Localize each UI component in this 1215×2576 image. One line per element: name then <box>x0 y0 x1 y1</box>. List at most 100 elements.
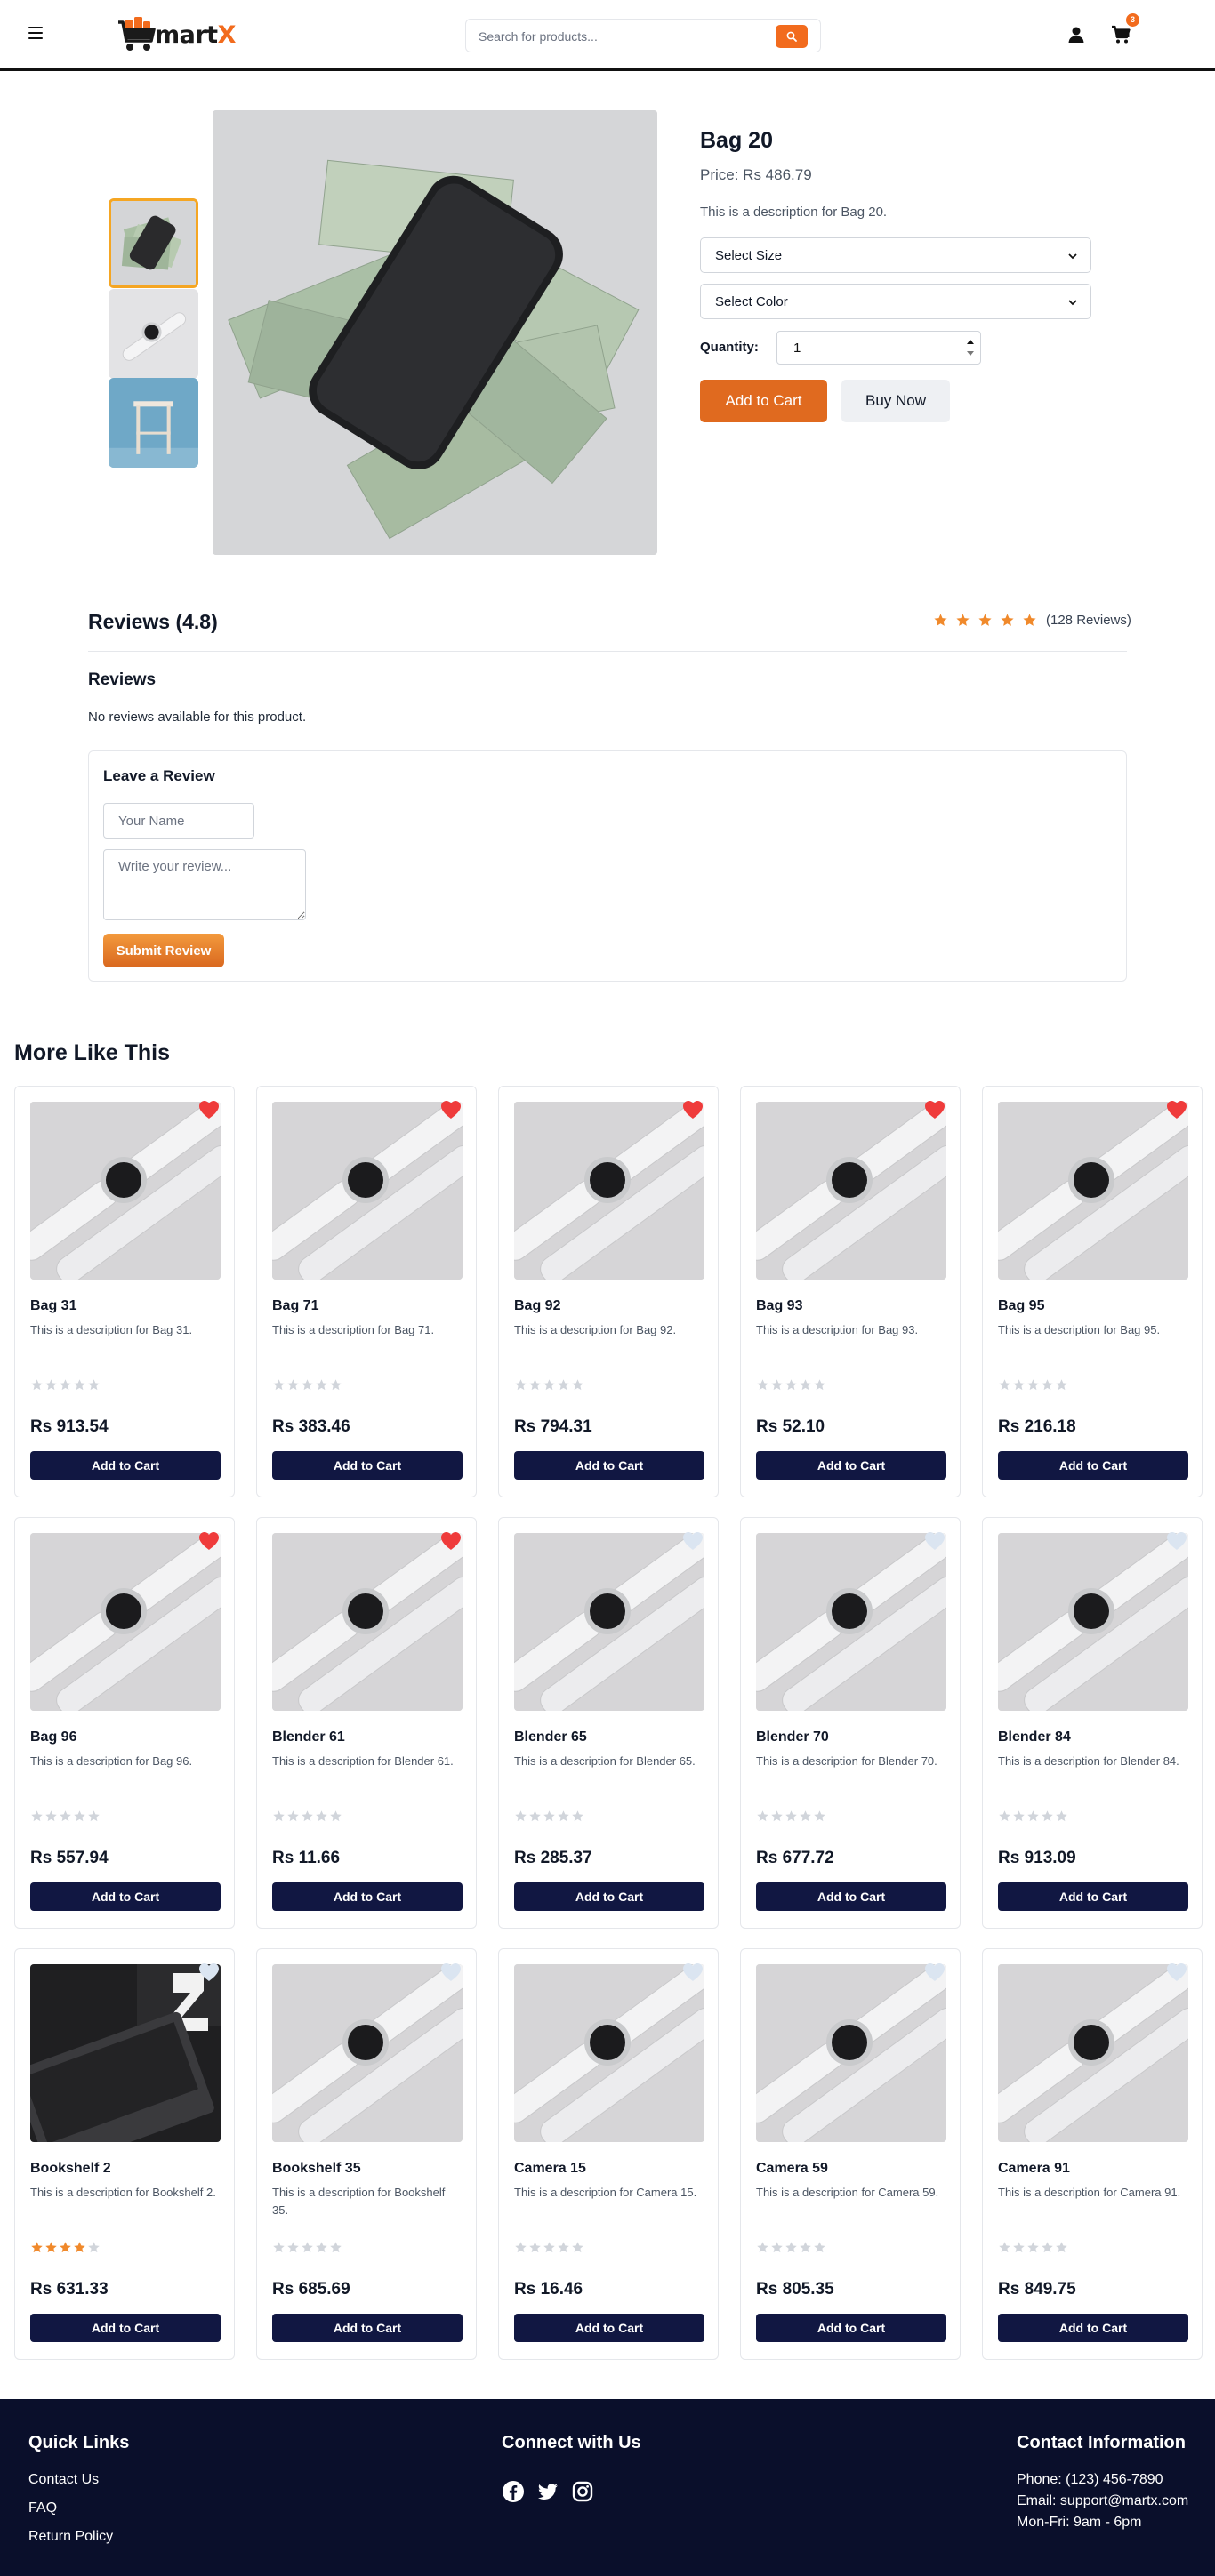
heart-icon[interactable] <box>1165 1962 1188 1983</box>
add-to-cart-button[interactable]: Add to Cart <box>756 1882 946 1911</box>
add-to-cart-button[interactable]: Add to Cart <box>700 380 827 422</box>
heart-icon[interactable] <box>681 1530 704 1552</box>
product-card[interactable]: Bag 95 This is a description for Bag 95. R… <box>982 1086 1203 1497</box>
product-name[interactable]: Bag 93 <box>756 1298 802 1314</box>
martx-logo[interactable]: martX <box>116 14 236 55</box>
heart-icon[interactable] <box>923 1099 946 1120</box>
product-card[interactable]: Bag 93 This is a description for Bag 93. R… <box>740 1086 961 1497</box>
add-to-cart-button[interactable]: Add to Cart <box>756 2314 946 2342</box>
product-name[interactable]: Blender 70 <box>756 1729 829 1745</box>
product-card[interactable]: Camera 59 This is a description for Camer… <box>740 1948 961 2360</box>
heart-icon[interactable] <box>439 1530 463 1552</box>
heart-icon[interactable] <box>1165 1099 1188 1120</box>
color-select[interactable]: Select Color <box>700 284 1091 319</box>
reviewer-name-input[interactable] <box>103 803 254 839</box>
watch-product-image[interactable] <box>272 1102 463 1280</box>
instagram-icon[interactable] <box>571 2480 594 2503</box>
heart-icon[interactable] <box>923 1962 946 1983</box>
heart-icon[interactable] <box>923 1530 946 1552</box>
add-to-cart-button[interactable]: Add to Cart <box>998 1882 1188 1911</box>
shopping-cart-icon[interactable] <box>1111 25 1131 44</box>
add-to-cart-button[interactable]: Add to Cart <box>514 1882 704 1911</box>
product-name[interactable]: Camera 91 <box>998 2161 1070 2177</box>
twitter-icon[interactable] <box>536 2480 559 2503</box>
watch-product-image[interactable] <box>756 1102 946 1280</box>
footer-link-faq[interactable]: FAQ <box>28 2500 57 2516</box>
add-to-cart-button[interactable]: Add to Cart <box>272 2314 463 2342</box>
size-select[interactable]: Select Size <box>700 237 1091 273</box>
product-name[interactable]: Bag 95 <box>998 1298 1044 1314</box>
thumbnail-phone[interactable] <box>109 198 198 288</box>
heart-icon[interactable] <box>197 1099 221 1120</box>
footer-link-return-policy[interactable]: Return Policy <box>28 2529 113 2545</box>
add-to-cart-button[interactable]: Add to Cart <box>30 1451 221 1480</box>
heart-icon[interactable] <box>197 1530 221 1552</box>
add-to-cart-button[interactable]: Add to Cart <box>998 2314 1188 2342</box>
product-card[interactable]: Camera 91 This is a description for Camer… <box>982 1948 1203 2360</box>
add-to-cart-button[interactable]: Add to Cart <box>272 1451 463 1480</box>
hamburger-menu-icon[interactable] <box>28 27 43 39</box>
watch-product-image[interactable] <box>514 1102 704 1280</box>
buy-now-button[interactable]: Buy Now <box>841 380 950 422</box>
product-name[interactable]: Bag 31 <box>30 1298 76 1314</box>
product-name[interactable]: Blender 61 <box>272 1729 345 1745</box>
watch-product-image[interactable] <box>756 1964 946 2142</box>
watch-product-image[interactable] <box>998 1102 1188 1280</box>
add-to-cart-button[interactable]: Add to Cart <box>30 2314 221 2342</box>
watch-product-image[interactable] <box>998 1964 1188 2142</box>
product-card[interactable]: Bag 96 This is a description for Bag 96. R… <box>14 1517 235 1929</box>
watch-product-image[interactable] <box>30 1533 221 1711</box>
stepper-arrows-icon[interactable] <box>964 334 977 361</box>
add-to-cart-button[interactable]: Add to Cart <box>514 2314 704 2342</box>
product-name[interactable]: Bag 71 <box>272 1298 318 1314</box>
product-card[interactable]: Blender 84 This is a description for Blen… <box>982 1517 1203 1929</box>
review-textarea[interactable] <box>103 849 306 920</box>
product-name[interactable]: Bag 92 <box>514 1298 560 1314</box>
add-to-cart-button[interactable]: Add to Cart <box>30 1882 221 1911</box>
thumbnail-stool[interactable] <box>109 378 198 468</box>
product-name[interactable]: Bag 96 <box>30 1729 76 1745</box>
watch-product-image[interactable] <box>514 1964 704 2142</box>
product-name[interactable]: Camera 15 <box>514 2161 586 2177</box>
watch-product-image[interactable] <box>998 1533 1188 1711</box>
watch-product-image[interactable] <box>756 1533 946 1711</box>
quantity-stepper[interactable]: 1 <box>776 331 981 365</box>
facebook-icon[interactable] <box>502 2480 525 2503</box>
watch-product-image[interactable] <box>514 1533 704 1711</box>
laptop-product-image[interactable] <box>30 1964 221 2142</box>
product-card[interactable]: Bookshelf 2 This is a description for Boo… <box>14 1948 235 2360</box>
add-to-cart-button[interactable]: Add to Cart <box>514 1451 704 1480</box>
contact-email[interactable]: Email: support@martx.com <box>1017 2493 1188 2509</box>
heart-icon[interactable] <box>681 1099 704 1120</box>
product-name[interactable]: Camera 59 <box>756 2161 828 2177</box>
add-to-cart-button[interactable]: Add to Cart <box>756 1451 946 1480</box>
product-card[interactable]: Bookshelf 35 This is a description for Bo… <box>256 1948 477 2360</box>
thumbnail-watch[interactable] <box>109 289 198 379</box>
heart-icon[interactable] <box>1165 1530 1188 1552</box>
product-name[interactable]: Bookshelf 2 <box>30 2161 111 2177</box>
product-name[interactable]: Blender 65 <box>514 1729 587 1745</box>
footer-link-contact[interactable]: Contact Us <box>28 2472 99 2488</box>
watch-product-image[interactable] <box>30 1102 221 1280</box>
heart-icon[interactable] <box>197 1962 221 1983</box>
product-card[interactable]: Blender 61 This is a description for Blen… <box>256 1517 477 1929</box>
add-to-cart-button[interactable]: Add to Cart <box>998 1451 1188 1480</box>
product-name[interactable]: Blender 84 <box>998 1729 1071 1745</box>
product-card[interactable]: Blender 70 This is a description for Blen… <box>740 1517 961 1929</box>
product-card[interactable]: Bag 71 This is a description for Bag 71. R… <box>256 1086 477 1497</box>
search-button[interactable] <box>776 25 808 48</box>
search-input[interactable] <box>479 27 763 46</box>
watch-product-image[interactable] <box>272 1533 463 1711</box>
watch-product-image[interactable] <box>272 1964 463 2142</box>
product-name[interactable]: Bookshelf 35 <box>272 2161 361 2177</box>
heart-icon[interactable] <box>681 1962 704 1983</box>
product-card[interactable]: Bag 92 This is a description for Bag 92. R… <box>498 1086 719 1497</box>
add-to-cart-button[interactable]: Add to Cart <box>272 1882 463 1911</box>
product-card[interactable]: Bag 31 This is a description for Bag 31. R… <box>14 1086 235 1497</box>
user-account-icon[interactable] <box>1067 26 1085 44</box>
product-card[interactable]: Camera 15 This is a description for Camer… <box>498 1948 719 2360</box>
submit-review-button[interactable]: Submit Review <box>103 934 224 967</box>
product-card[interactable]: Blender 65 This is a description for Blen… <box>498 1517 719 1929</box>
heart-icon[interactable] <box>439 1962 463 1983</box>
heart-icon[interactable] <box>439 1099 463 1120</box>
